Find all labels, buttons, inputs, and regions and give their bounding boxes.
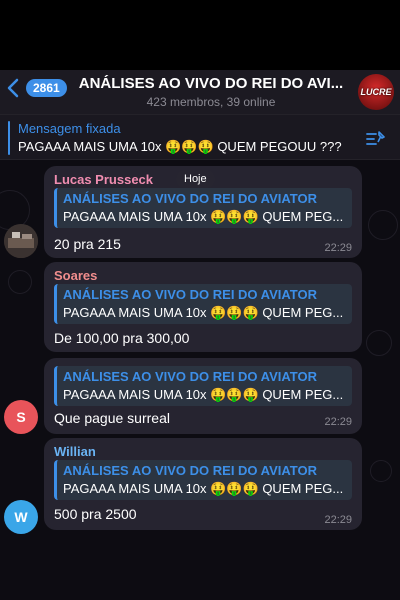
message-text: 20 pra 215 [54,236,121,252]
unread-count-badge: 2861 [26,79,67,97]
message-time: 22:29 [324,514,352,526]
pinned-message-bar[interactable]: Mensagem fixada PAGAAA MAIS UMA 10x 🤑🤑🤑 … [0,114,400,160]
group-avatar-logo-text: LUCRE [360,87,392,97]
background-doodle [368,210,398,240]
chat-title-area[interactable]: ANÁLISES AO VIVO DO REI DO AVI... 423 me… [72,75,350,109]
reply-title: ANÁLISES AO VIVO DO REI DO AVIATOR [63,191,318,206]
reply-quote[interactable]: ANÁLISES AO VIVO DO REI DO AVIATOR PAGAA… [54,188,352,228]
reply-text: PAGAAA MAIS UMA 10x 🤑🤑🤑 QUEM PEG... [63,209,344,224]
message-time: 22:29 [324,416,352,428]
message-time: 22:29 [324,242,352,254]
message-sender: Soares [54,268,98,283]
reply-quote[interactable]: ANÁLISES AO VIVO DO REI DO AVIATOR PAGAA… [54,366,352,406]
chat-title: ANÁLISES AO VIVO DO REI DO AVI... [78,75,344,92]
reply-title: ANÁLISES AO VIVO DO REI DO AVIATOR [63,463,318,478]
message-bubble[interactable]: Willian ANÁLISES AO VIVO DO REI DO AVIAT… [44,438,362,530]
chat-header: 2861 ANÁLISES AO VIVO DO REI DO AVI... 4… [0,70,400,114]
telegram-chat-screen: 2861 ANÁLISES AO VIVO DO REI DO AVI... 4… [0,0,400,600]
background-doodle [8,270,32,294]
chevron-left-icon [7,78,19,98]
reply-text: PAGAAA MAIS UMA 10x 🤑🤑🤑 QUEM PEG... [63,481,344,496]
back-button[interactable]: 2861 [6,78,67,98]
photo-avatar-icon [4,224,38,258]
pinned-accent-bar [8,121,10,155]
reply-quote[interactable]: ANÁLISES AO VIVO DO REI DO AVIATOR PAGAA… [54,284,352,324]
message-bubble[interactable]: Soares ANÁLISES AO VIVO DO REI DO AVIATO… [44,262,362,352]
message-bubble[interactable]: ANÁLISES AO VIVO DO REI DO AVIATOR PAGAA… [44,358,362,434]
message-text: Que pague surreal [54,410,170,426]
message-text: De 100,00 pra 300,00 [54,330,190,346]
message-sender: Willian [54,444,96,459]
avatar-letter: S [16,409,26,425]
sender-avatar[interactable]: W [4,500,38,534]
message-text: 500 pra 2500 [54,506,137,522]
date-separator: Hoje [176,170,215,188]
reply-text: PAGAAA MAIS UMA 10x 🤑🤑🤑 QUEM PEG... [63,387,344,402]
avatar-letter: W [14,509,28,525]
reply-text: PAGAAA MAIS UMA 10x 🤑🤑🤑 QUEM PEG... [63,305,344,320]
reply-quote[interactable]: ANÁLISES AO VIVO DO REI DO AVIATOR PAGAA… [54,460,352,500]
chat-subtitle: 423 membros, 39 online [146,95,276,109]
status-area [0,0,400,70]
pinned-list-icon[interactable] [365,128,387,148]
group-avatar[interactable]: LUCRE [358,74,394,110]
message-sender: Lucas Prusseck [54,172,154,187]
sender-avatar[interactable] [4,224,38,258]
sender-avatar[interactable]: S [4,400,38,434]
background-doodle [366,330,392,356]
reply-title: ANÁLISES AO VIVO DO REI DO AVIATOR [63,369,318,384]
background-doodle [370,460,392,482]
pinned-title: Mensagem fixada [18,121,121,136]
pinned-text: PAGAAA MAIS UMA 10x 🤑🤑🤑 QUEM PEGOUU ??? [18,139,342,154]
message-list[interactable]: Lucas Prusseck ANÁLISES AO VIVO DO REI D… [0,160,400,600]
reply-title: ANÁLISES AO VIVO DO REI DO AVIATOR [63,287,318,302]
